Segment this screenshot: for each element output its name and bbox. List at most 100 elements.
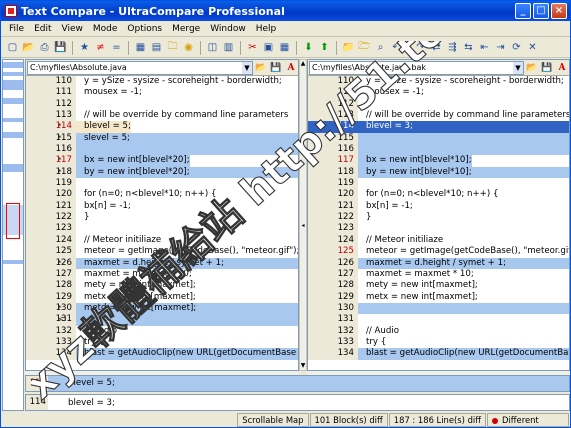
folder-open-icon[interactable]: 📂	[254, 61, 268, 75]
merge-left-icon[interactable]: ⇤	[477, 40, 492, 55]
table-icon[interactable]: ▣	[261, 40, 276, 55]
sync-icon[interactable]: ⟳	[509, 40, 524, 55]
left-lines[interactable]: 110 y = ySize - sysize - scoreheight - bo…	[26, 76, 298, 360]
star-icon[interactable]: ★	[77, 40, 92, 55]
code-line[interactable]: 119	[308, 178, 569, 190]
code-line[interactable]: 133 try {	[308, 336, 569, 349]
code-line[interactable]: 126 maxmet = d.height / symet + 1;	[308, 257, 569, 269]
code-line[interactable]: 127 maxmet = maxmet * 10;	[308, 268, 569, 281]
code-line[interactable]: 117 bx = new int[blevel*10];	[308, 155, 569, 167]
code-line[interactable]: 118 by = new int[blevel*10];	[308, 166, 569, 179]
code-line[interactable]: 111 mousex = -1;	[308, 87, 569, 99]
code-line[interactable]: 132 // Audio	[308, 325, 569, 337]
save-icon[interactable]: 💾	[540, 61, 554, 75]
code-line[interactable]: 115 * slevel = 5;	[26, 132, 298, 145]
left-scrollbar[interactable]: ▲ ◂ ▼	[299, 59, 307, 371]
code-line[interactable]: 115	[308, 132, 569, 145]
undo-icon[interactable]: ↶	[389, 40, 404, 55]
code-line[interactable]: 122}	[26, 212, 298, 224]
code-line[interactable]: 124 // Meteor initiliaze	[308, 234, 569, 247]
code-line[interactable]: 125 meteor = getImage(getCodeBase(), "met…	[308, 246, 569, 258]
code-line[interactable]: 110 y = ySize - sysize - scoreheight - bo…	[308, 76, 569, 88]
arrow-down-icon[interactable]: ⬇	[301, 40, 316, 55]
line-detail-left[interactable]: 114 blevel = 5;	[25, 375, 570, 392]
app-icon[interactable]	[5, 5, 17, 17]
compare-icon[interactable]: ⇆	[461, 40, 476, 55]
save-icon[interactable]: 💾	[269, 61, 283, 75]
folder-open-icon[interactable]: 📁	[341, 40, 356, 55]
code-line[interactable]: 112	[26, 98, 298, 111]
code-line[interactable]: 131 <!	[26, 314, 298, 326]
code-line[interactable]: 134 blast = getAudioClip(new URL(getDocum…	[308, 348, 569, 360]
arrow-up-icon[interactable]: ⬆	[317, 40, 332, 55]
code-line[interactable]: 114 blevel = 3;	[308, 121, 569, 133]
menu-window[interactable]: Window	[206, 24, 250, 34]
redo-icon[interactable]: ↷	[413, 40, 428, 55]
table2-icon[interactable]: ▦	[277, 40, 292, 55]
open-icon[interactable]: 📂	[21, 40, 36, 55]
code-line[interactable]: 118 * by = new int[blevel*20];	[26, 166, 298, 179]
code-line[interactable]: 124 // Meteor initiliaze	[26, 234, 298, 247]
right-lines[interactable]: 110 y = ySize - sysize - scoreheight - bo…	[308, 76, 569, 360]
new-icon[interactable]: ▢	[5, 40, 20, 55]
equal-icon[interactable]: =	[109, 40, 124, 55]
grid2-icon[interactable]: ▤	[149, 40, 164, 55]
code-line[interactable]: 132 // Audio	[26, 325, 298, 337]
merge-icon[interactable]: ⇄	[429, 40, 444, 55]
code-line[interactable]: 110 y = ySize - sysize - scoreheight - bo…	[26, 76, 298, 88]
code-line[interactable]: 128 mety = new int[maxmet];	[26, 280, 298, 292]
folder-icon[interactable]: 🗀	[165, 40, 180, 55]
code-line[interactable]: 126 * maxmet = d.height / symet + 1;	[26, 257, 298, 269]
menu-mode[interactable]: Mode	[89, 24, 122, 34]
chevron-down-icon[interactable]: ▼	[513, 61, 523, 74]
code-line[interactable]: 119	[26, 178, 298, 190]
cut-icon[interactable]: ✂	[245, 40, 260, 55]
folder-open-icon[interactable]: 📂	[525, 61, 539, 75]
menu-help[interactable]: Help	[252, 24, 281, 34]
code-line[interactable]: 130 * metd = new int[maxmet];	[26, 302, 298, 315]
code-line[interactable]: 134 blast = getAudioClip(new URL(getDocum…	[26, 348, 298, 360]
close-button[interactable]: ×	[551, 3, 567, 19]
maximize-button[interactable]: □	[533, 3, 549, 19]
menu-view[interactable]: View	[58, 24, 87, 34]
code-line[interactable]: 114 * blevel = 5;	[26, 121, 298, 133]
code-line[interactable]: 116	[26, 144, 298, 156]
menu-options[interactable]: Options	[123, 24, 166, 34]
scroll-up-icon[interactable]: ▲	[300, 60, 306, 68]
code-line[interactable]: 127 maxmet = maxmet * 10;	[26, 268, 298, 281]
save-icon[interactable]: 💾	[53, 40, 68, 55]
split-horizontal-icon[interactable]: ◫	[205, 40, 220, 55]
code-line[interactable]: 123	[26, 223, 298, 235]
code-line[interactable]: 131	[308, 314, 569, 326]
merge-right-icon[interactable]: ⇥	[493, 40, 508, 55]
code-line[interactable]: 112	[308, 98, 569, 111]
merge-all-icon[interactable]: ⇶	[445, 40, 460, 55]
code-line[interactable]: 122}	[308, 212, 569, 224]
code-line[interactable]: 117 * bx = new int[blevel*20];	[26, 155, 298, 167]
code-line[interactable]: 125 meteor = getImage(getCodeBase(), "met…	[26, 246, 298, 258]
code-line[interactable]: 120 for (n=0; n<blevel*10; n++) {	[308, 189, 569, 201]
menu-edit[interactable]: Edit	[30, 24, 55, 34]
scrollable-map[interactable]	[2, 59, 24, 411]
left-pane[interactable]: C:\myfiles\Absolute.java ▼ 📂 💾 A 110 y = y…	[25, 59, 299, 371]
right-pane[interactable]: C:\myfiles\Absolute.java.bak ▼ 📂 💾 A 110 y…	[307, 59, 570, 371]
map-viewport[interactable]	[6, 203, 20, 239]
disk-icon[interactable]: ◉	[181, 40, 196, 55]
menu-file[interactable]: File	[5, 24, 28, 34]
title-bar[interactable]: Text Compare - UltraCompare Professional…	[1, 1, 570, 21]
folder-merge-icon[interactable]: 🗁	[357, 40, 372, 55]
code-line[interactable]: 120 for (n=0; n<blevel*10; n++) {	[26, 189, 298, 201]
code-line[interactable]: 130	[308, 302, 569, 315]
print-icon[interactable]: ⎙	[37, 40, 52, 55]
scroll-down-icon[interactable]: ▼	[300, 362, 306, 370]
line-detail-right[interactable]: 114 blevel = 3;	[25, 394, 570, 411]
split-vertical-icon[interactable]: ▥	[221, 40, 236, 55]
menu-merge[interactable]: Merge	[168, 24, 204, 34]
right-path-field[interactable]: C:\myfiles\Absolute.java.bak ▼	[309, 60, 524, 75]
font-icon[interactable]: A	[284, 61, 298, 75]
font-icon[interactable]: A	[555, 61, 569, 75]
code-line[interactable]: 121 bx[n] = -1;	[26, 200, 298, 213]
code-line[interactable]: 133 try {	[26, 336, 298, 349]
code-line[interactable]: 111 mousex = -1;	[26, 87, 298, 99]
code-line[interactable]: 113 // will be override by command line p…	[26, 110, 298, 122]
